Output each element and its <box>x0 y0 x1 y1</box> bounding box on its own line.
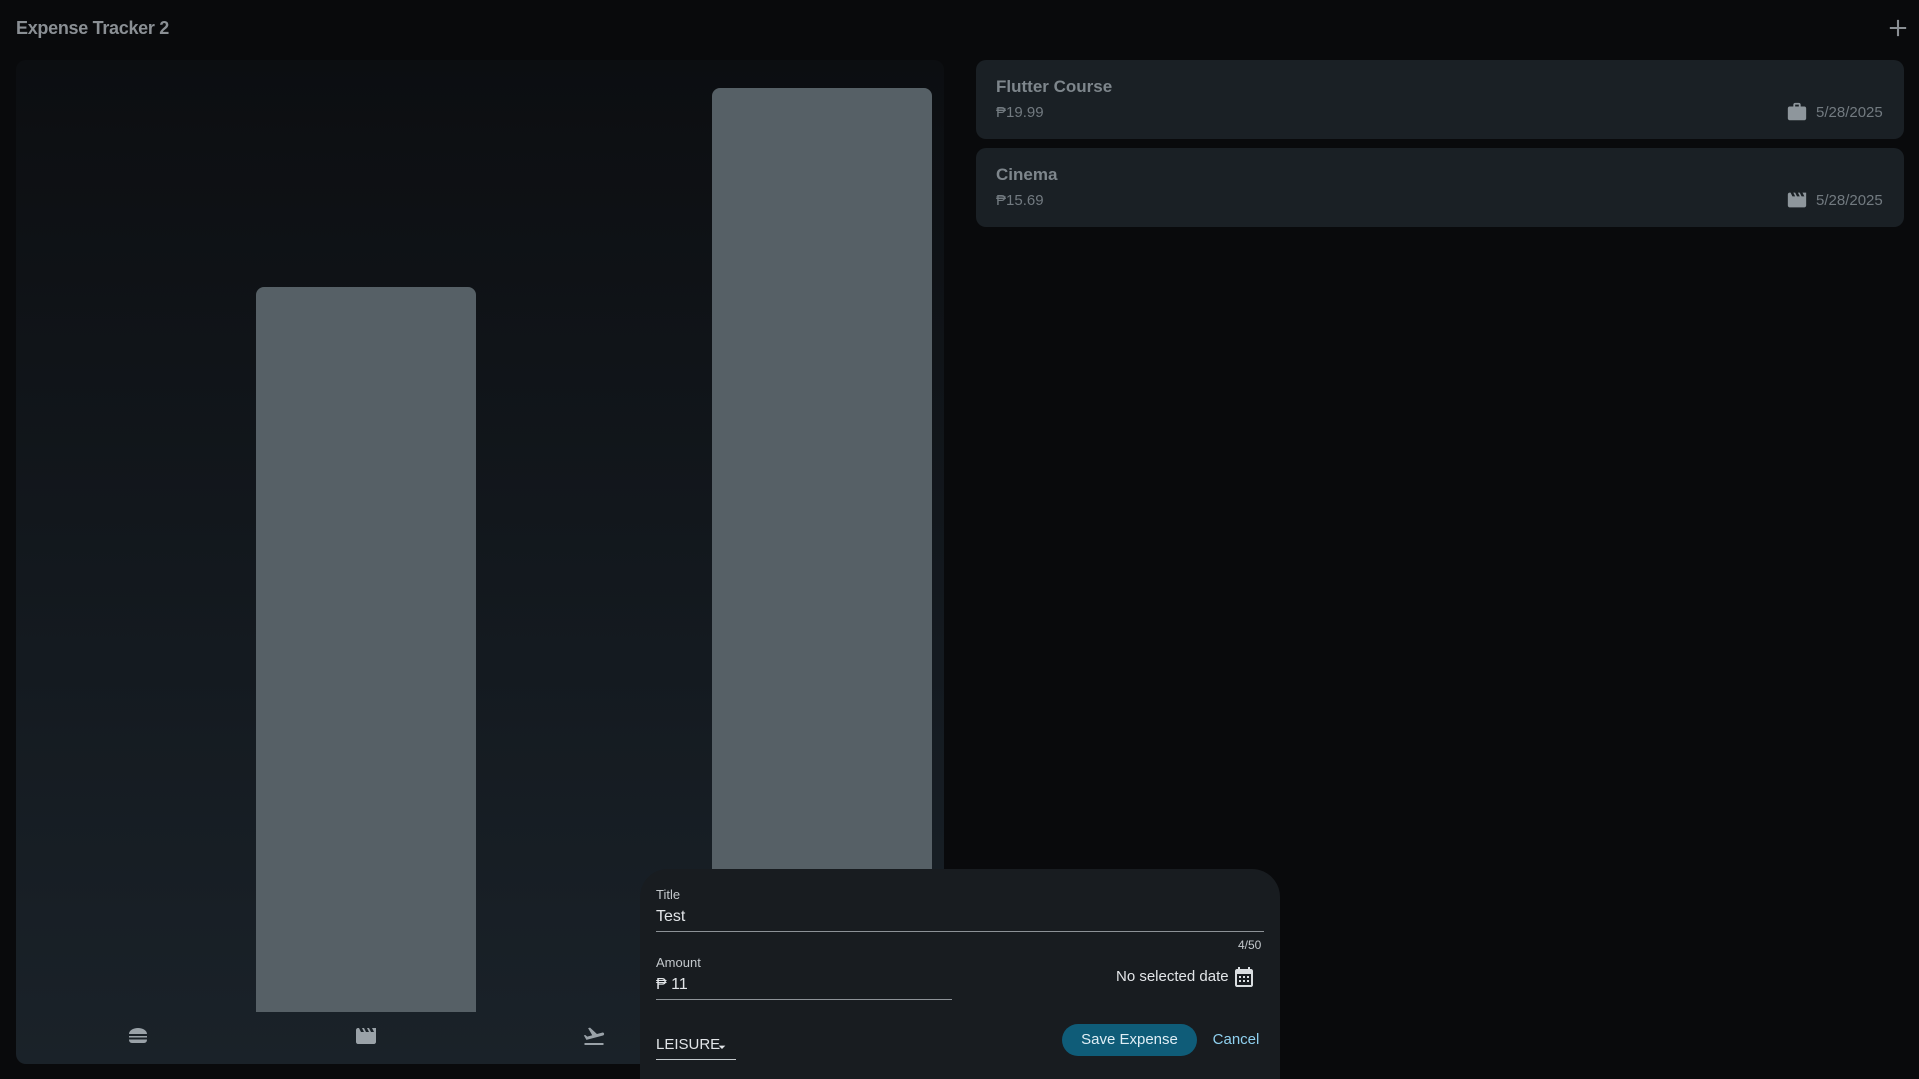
app-title: Expense Tracker 2 <box>16 18 170 38</box>
expense-item[interactable]: Flutter Course ₱19.99 5/28/2025 <box>976 60 1904 139</box>
expense-title: Flutter Course <box>996 77 1113 96</box>
expense-title: Cinema <box>996 165 1058 184</box>
expense-date: 5/28/2025 <box>1816 192 1883 209</box>
expense-date: 5/28/2025 <box>1816 104 1883 121</box>
title-underline <box>656 931 1264 932</box>
amount-label: Amount <box>656 955 701 970</box>
flight-takeoff-icon <box>582 1024 606 1048</box>
expense-item[interactable]: Cinema ₱15.69 5/28/2025 <box>976 148 1904 227</box>
category-value: LEISURE <box>656 1036 721 1053</box>
chart-bar-leisure <box>256 287 476 1012</box>
work-icon <box>1786 101 1808 123</box>
new-expense-sheet: Title Test 4/50 Amount ₱ 11 No selected … <box>640 869 1280 1079</box>
expense-amount: ₱15.69 <box>996 192 1044 209</box>
movie-icon <box>354 1024 378 1048</box>
add-expense-button[interactable] <box>1884 14 1912 42</box>
arrow-drop-down-icon <box>714 1039 730 1055</box>
expense-list: Flutter Course ₱19.99 5/28/2025 Cinema ₱… <box>976 60 1904 236</box>
category-dropdown[interactable]: LEISURE <box>656 1031 736 1061</box>
cancel-button[interactable]: Cancel <box>1206 1024 1266 1056</box>
add-icon <box>1889 19 1907 37</box>
selected-date-text: No selected date <box>1116 968 1229 985</box>
amount-input[interactable]: ₱ 11 <box>656 976 688 994</box>
movie-icon <box>1786 189 1808 211</box>
title-label: Title <box>656 887 681 902</box>
amount-underline <box>656 999 952 1000</box>
expense-amount: ₱19.99 <box>996 104 1044 121</box>
title-char-counter: 4/50 <box>1238 938 1262 952</box>
calendar-icon[interactable] <box>1232 965 1256 989</box>
save-expense-button[interactable]: Save Expense <box>1062 1024 1197 1056</box>
lunch-icon <box>126 1024 150 1048</box>
title-input[interactable]: Test <box>656 908 685 926</box>
dropdown-underline <box>656 1059 736 1060</box>
